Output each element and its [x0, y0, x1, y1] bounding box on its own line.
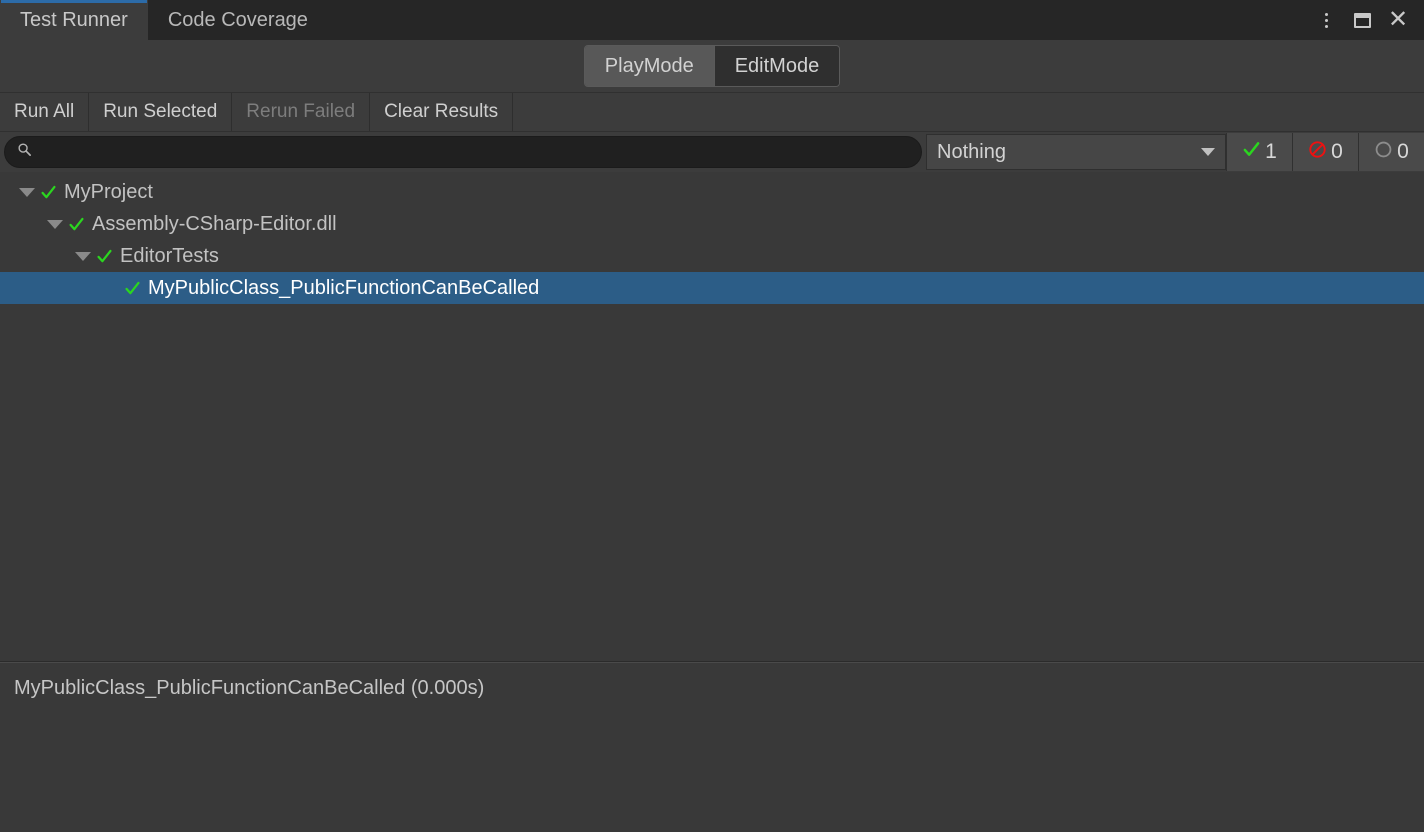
category-filter-value: Nothing	[937, 141, 1201, 164]
rerun-failed-label: Rerun Failed	[246, 101, 355, 123]
expand-triangle-icon[interactable]	[42, 220, 68, 229]
mode-editmode-label: EditMode	[735, 55, 820, 78]
kebab-glyph	[1325, 11, 1328, 29]
search-input[interactable]	[40, 142, 909, 162]
mode-switch-row: PlayMode EditMode	[0, 40, 1424, 92]
run-toolbar: Run All Run Selected Rerun Failed Clear …	[0, 92, 1424, 132]
check-icon	[40, 184, 57, 201]
tab-code-coverage[interactable]: Code Coverage	[148, 0, 328, 40]
search-field[interactable]	[4, 136, 922, 168]
close-glyph: ✕	[1388, 8, 1408, 32]
expand-triangle-icon[interactable]	[70, 252, 96, 261]
mode-playmode-button[interactable]: PlayMode	[585, 46, 714, 86]
tree-row-label: Assembly-CSharp-Editor.dll	[92, 213, 337, 236]
tree-row-label: MyProject	[64, 181, 153, 204]
passed-counter[interactable]: 1	[1226, 133, 1292, 171]
failed-count: 0	[1331, 140, 1343, 164]
tab-test-runner-label: Test Runner	[20, 9, 128, 32]
maximize-icon[interactable]	[1346, 4, 1378, 36]
check-icon	[68, 216, 85, 233]
maximize-glyph	[1354, 13, 1371, 28]
test-detail-text: MyPublicClass_PublicFunctionCanBeCalled …	[14, 677, 1410, 700]
check-icon	[1242, 140, 1261, 165]
search-icon	[17, 142, 32, 162]
test-detail-pane: MyPublicClass_PublicFunctionCanBeCalled …	[0, 662, 1424, 832]
clear-results-button[interactable]: Clear Results	[370, 93, 513, 131]
tab-test-runner[interactable]: Test Runner	[0, 0, 148, 40]
kebab-menu-icon[interactable]	[1310, 4, 1342, 36]
expand-triangle-icon[interactable]	[14, 188, 40, 197]
category-filter-dropdown[interactable]: Nothing	[926, 134, 1226, 170]
circle-icon	[1374, 140, 1393, 165]
check-icon	[124, 280, 141, 297]
failed-counter[interactable]: 0	[1292, 133, 1358, 171]
tree-row-label: MyPublicClass_PublicFunctionCanBeCalled	[148, 277, 539, 300]
run-selected-button[interactable]: Run Selected	[89, 93, 232, 131]
test-runner-window: Test Runner Code Coverage ✕	[0, 0, 1424, 832]
close-icon[interactable]: ✕	[1382, 4, 1414, 36]
passed-count: 1	[1265, 140, 1277, 164]
tree-row[interactable]: Assembly-CSharp-Editor.dll	[0, 208, 1424, 240]
window-tab-bar: Test Runner Code Coverage ✕	[0, 0, 1424, 40]
not-run-counter[interactable]: 0	[1358, 133, 1424, 171]
check-icon	[96, 248, 113, 265]
chevron-down-icon	[1201, 148, 1215, 156]
blocked-icon	[1308, 140, 1327, 165]
test-tree-view[interactable]: MyProject Assembly-CSharp-Editor.dll Edito…	[0, 172, 1424, 662]
tab-code-coverage-label: Code Coverage	[168, 9, 308, 32]
filter-toolbar: Nothing 1 0	[0, 132, 1424, 172]
tree-row[interactable]: MyPublicClass_PublicFunctionCanBeCalled	[0, 272, 1424, 304]
run-all-label: Run All	[14, 101, 74, 123]
mode-switch-group: PlayMode EditMode	[584, 45, 840, 87]
not-run-count: 0	[1397, 140, 1409, 164]
window-controls: ✕	[1310, 0, 1424, 40]
tree-row[interactable]: EditorTests	[0, 240, 1424, 272]
clear-results-label: Clear Results	[384, 101, 498, 123]
run-all-button[interactable]: Run All	[0, 93, 89, 131]
rerun-failed-button: Rerun Failed	[232, 93, 370, 131]
mode-editmode-button[interactable]: EditMode	[714, 46, 840, 86]
mode-playmode-label: PlayMode	[605, 55, 694, 78]
run-selected-label: Run Selected	[103, 101, 217, 123]
tree-row-label: EditorTests	[120, 245, 219, 268]
tree-row[interactable]: MyProject	[0, 176, 1424, 208]
